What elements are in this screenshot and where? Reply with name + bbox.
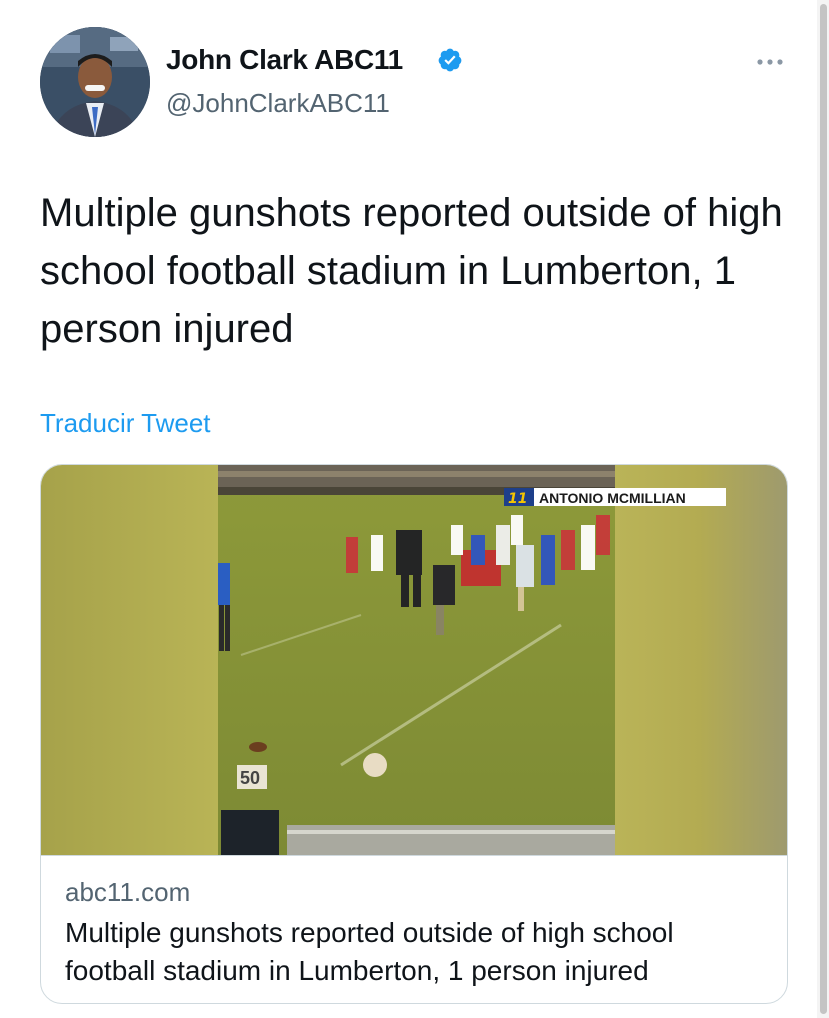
card-title: Multiple gunshots reported outside of hi… xyxy=(65,917,674,986)
chyron-name: ANTONIO MCMILLIAN xyxy=(539,490,686,506)
card-domain: abc11.com xyxy=(65,877,191,907)
card-divider xyxy=(41,855,787,856)
card-video-thumbnail[interactable]: 50 11 ANTONIO MCMILLIAN xyxy=(41,465,787,855)
football-field-image: 50 11 ANTONIO MCMILLIAN xyxy=(41,465,787,855)
verified-badge-icon xyxy=(438,48,462,72)
scrollbar-thumb[interactable] xyxy=(820,4,827,1014)
avatar[interactable] xyxy=(40,27,150,137)
link-preview-card[interactable]: 50 11 ANTONIO MCMILLIAN abc11.com Multip… xyxy=(40,464,788,1004)
tweet-text: Multiple gunshots reported outside of hi… xyxy=(40,191,783,351)
author-name[interactable]: John Clark ABC11 xyxy=(166,44,403,76)
author-handle[interactable]: @JohnClarkABC11 xyxy=(166,88,390,119)
avatar-photo xyxy=(40,27,150,137)
more-horizontal-icon[interactable] xyxy=(754,52,786,72)
yard-marker-label: 50 xyxy=(240,768,260,788)
chyron-logo: 11 xyxy=(508,491,527,507)
translate-tweet-link[interactable]: Traducir Tweet xyxy=(40,408,211,439)
